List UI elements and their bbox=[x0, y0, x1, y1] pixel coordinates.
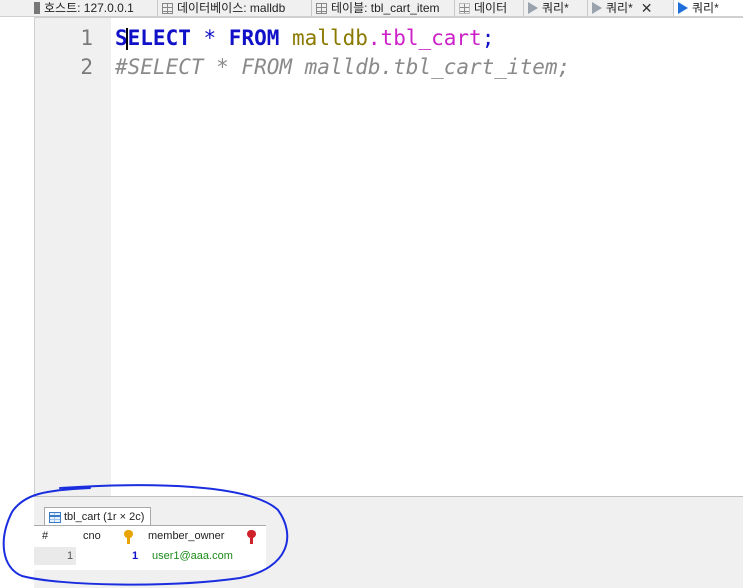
tab-query-1-label: 쿼리* bbox=[542, 1, 569, 15]
tab-database-label: 데이터베이스: malldb bbox=[177, 1, 286, 15]
cell-cno[interactable]: 1 bbox=[132, 548, 138, 564]
database-icon bbox=[162, 2, 173, 14]
primary-key-icon bbox=[124, 530, 133, 544]
code-line-1[interactable]: SELECT * FROM malldb.tbl_cart; bbox=[115, 26, 494, 50]
result-tab-label: tbl_cart (1r × 2c) bbox=[64, 511, 145, 523]
column-header-cno[interactable]: cno bbox=[83, 526, 101, 546]
sql-keyword-from: FROM bbox=[228, 26, 280, 50]
play-icon bbox=[528, 2, 538, 14]
sql-space bbox=[279, 26, 292, 50]
tab-database[interactable]: 데이터베이스: malldb bbox=[158, 0, 312, 16]
code-line-2[interactable]: #SELECT * FROM malldb.tbl_cart_item; bbox=[115, 55, 570, 79]
tab-query-2-label: 쿼리* bbox=[606, 1, 633, 15]
query-tab-bar: 호스트: 127.0.0.1 데이터베이스: malldb 테이블: tbl_c… bbox=[0, 0, 743, 17]
play-icon bbox=[678, 2, 688, 14]
sql-semicolon: ; bbox=[481, 26, 495, 50]
tab-host-label: 호스트: 127.0.0.1 bbox=[44, 1, 134, 15]
cell-member-owner[interactable]: user1@aaa.com bbox=[152, 548, 233, 564]
tab-query-2[interactable]: 쿼리* ✕ bbox=[588, 0, 674, 16]
row-number: 1 bbox=[67, 550, 74, 562]
tab-query-1[interactable]: 쿼리* bbox=[524, 0, 588, 16]
sql-star: * bbox=[190, 26, 229, 50]
result-panel: tbl_cart (1r × 2c) # cno member_owner 1 … bbox=[34, 496, 743, 588]
sql-editor[interactable]: 1 2 SELECT * FROM malldb.tbl_cart; #SELE… bbox=[34, 17, 743, 497]
tab-query-3-label: 쿼리* bbox=[692, 1, 719, 15]
server-icon bbox=[34, 2, 40, 14]
tab-host[interactable]: 호스트: 127.0.0.1 bbox=[30, 0, 158, 16]
tab-data-label: 데이터 bbox=[474, 1, 508, 15]
tab-table-label: 테이블: tbl_cart_item bbox=[331, 1, 440, 15]
grid-icon bbox=[459, 2, 470, 14]
sql-database-name: malldb bbox=[292, 26, 368, 50]
table-icon bbox=[49, 511, 61, 523]
column-header-rownum[interactable]: # bbox=[42, 526, 48, 546]
column-header-member-owner[interactable]: member_owner bbox=[148, 526, 224, 546]
result-grid[interactable]: # cno member_owner 1 1 user1@aaa.com bbox=[34, 525, 266, 570]
foreign-key-icon bbox=[247, 530, 256, 544]
sql-table-name: tbl_cart bbox=[380, 26, 482, 50]
close-icon[interactable]: ✕ bbox=[641, 1, 653, 15]
tab-data[interactable]: 데이터 bbox=[455, 0, 524, 16]
table-icon bbox=[316, 2, 327, 14]
text-cursor bbox=[126, 28, 128, 50]
play-icon bbox=[592, 2, 602, 14]
sql-dot: . bbox=[367, 26, 381, 50]
result-tab-tbl-cart[interactable]: tbl_cart (1r × 2c) bbox=[44, 507, 152, 526]
tab-table[interactable]: 테이블: tbl_cart_item bbox=[312, 0, 455, 16]
line-number: 2 bbox=[80, 55, 93, 79]
line-number: 1 bbox=[80, 26, 93, 50]
line-number-gutter: 1 2 bbox=[35, 18, 111, 497]
tab-query-3[interactable]: 쿼리* bbox=[674, 0, 743, 16]
